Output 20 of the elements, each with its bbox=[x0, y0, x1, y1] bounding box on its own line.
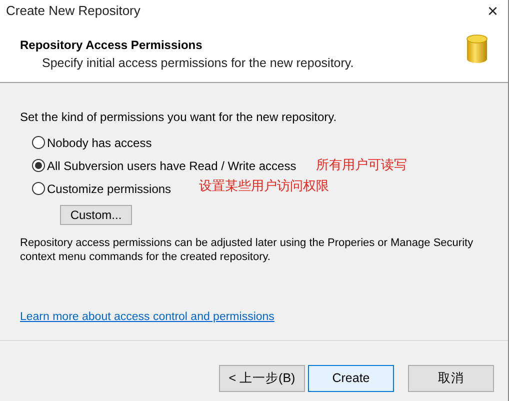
radio-button[interactable] bbox=[32, 159, 45, 172]
close-button[interactable]: × bbox=[483, 2, 502, 20]
radio-option[interactable]: Customize permissions bbox=[32, 180, 172, 198]
note-text: Repository access permissions can be adjusted later using the Properies or Manage Security context menu commands for the created repository. bbox=[20, 236, 474, 264]
radio-button[interactable] bbox=[32, 136, 45, 149]
database-icon bbox=[466, 34, 488, 64]
annotation-text: 所有用户可读写 bbox=[316, 156, 408, 174]
page-heading: Repository Access Permissions bbox=[20, 37, 204, 54]
radio-option[interactable]: Nobody has access bbox=[32, 134, 152, 152]
window-title: Create New Repository bbox=[6, 2, 140, 20]
page-subtitle: Specify initial access permissions for the new repository. bbox=[42, 55, 354, 72]
dialog-button[interactable]: 取消 bbox=[408, 365, 494, 392]
custom-button[interactable]: Custom... bbox=[60, 205, 132, 225]
help-link[interactable]: Learn more about access control and permissions bbox=[20, 309, 274, 326]
dialog-button[interactable]: Create bbox=[308, 365, 394, 392]
annotation-text: 设置某些用户访问权限 bbox=[199, 176, 330, 195]
instruction-text: Set the kind of permissions you want for the new repository. bbox=[20, 109, 338, 126]
radio-button[interactable] bbox=[32, 182, 45, 195]
dialog-button[interactable]: < 上一步(B) bbox=[219, 365, 305, 392]
radio-option[interactable]: All Subversion users have Read / Write access bbox=[32, 156, 296, 174]
